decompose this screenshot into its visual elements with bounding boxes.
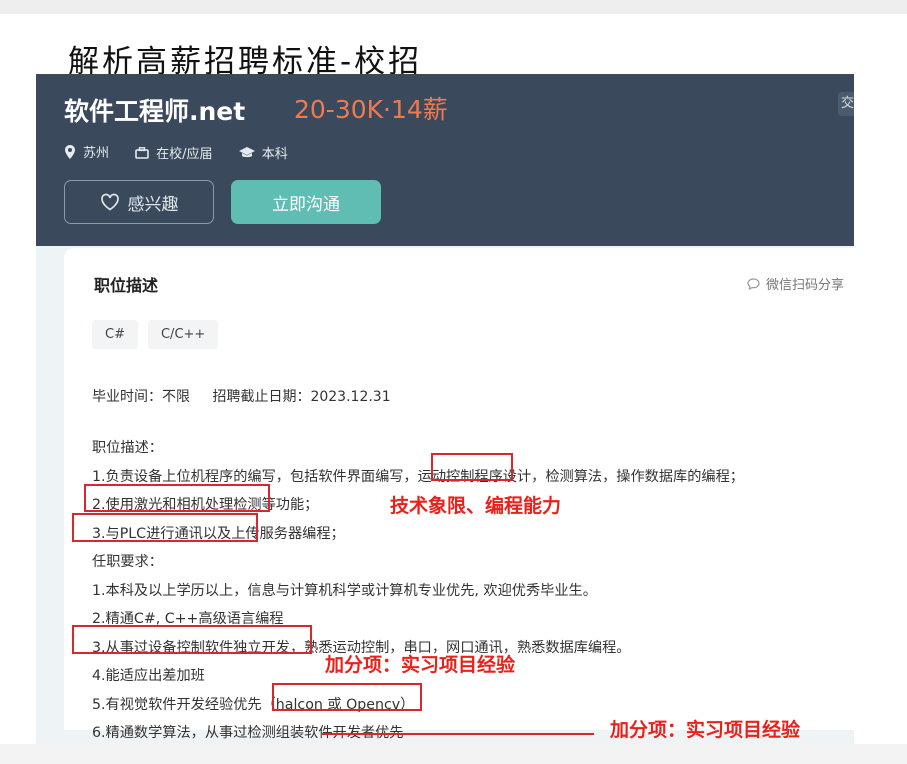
meta-degree: 本科	[238, 143, 288, 162]
skill-tags: C# C/C++	[92, 320, 228, 349]
stage-text: 在校/应届	[156, 147, 213, 162]
graduation-cap-icon	[238, 146, 255, 157]
job-meta-row: 苏州 在校/应届 本科	[64, 142, 310, 163]
chat-bubble-icon	[747, 277, 760, 290]
highlight-plc	[72, 513, 258, 542]
bonus-note: 加分项：实习项目经验	[325, 654, 516, 676]
job-header: 软件工程师.net 20-30K·14薪 交 苏州 在校/应届 本科 感兴趣 立…	[36, 74, 854, 246]
dates-row: 毕业时间：不限 招聘截止日期：2023.12.31	[92, 386, 409, 406]
meta-city: 苏州	[64, 142, 109, 161]
req-line: 1.本科及以上学历以上，信息与计算机科学或计算机专业优先, 欢迎优秀毕业生。	[92, 582, 597, 599]
requirements-heading: 任职要求：	[92, 554, 163, 570]
highlight-laser-camera	[84, 484, 270, 512]
card-title: 职位描述	[94, 276, 159, 295]
red-underline	[322, 733, 594, 735]
interest-label: 感兴趣	[127, 194, 179, 215]
graduation-time: 毕业时间：不限	[92, 389, 190, 405]
chat-now-button[interactable]: 立即沟通	[231, 180, 381, 224]
job-title: 软件工程师.net	[64, 97, 246, 126]
skill-tag: C#	[92, 320, 138, 349]
footer-bar	[0, 744, 907, 764]
heart-icon	[100, 193, 119, 211]
truncated-label: 交	[838, 92, 854, 116]
meta-stage: 在校/应届	[135, 143, 213, 162]
interest-button[interactable]: 感兴趣	[64, 180, 214, 224]
application-deadline: 招聘截止日期：2023.12.31	[212, 389, 391, 405]
location-pin-icon	[65, 144, 75, 159]
bonus-note: 加分项：实习项目经验	[610, 719, 801, 741]
job-salary: 20-30K·14薪	[294, 95, 448, 124]
briefcase-icon	[135, 146, 149, 159]
share-label: 微信扫码分享	[765, 278, 844, 293]
skill-tag: C/C++	[147, 320, 219, 349]
highlight-motion-control	[431, 453, 513, 481]
highlight-halcon-opencv	[272, 683, 422, 711]
desc-heading: 职位描述：	[92, 440, 163, 456]
degree-text: 本科	[261, 147, 288, 162]
city-text: 苏州	[83, 146, 110, 161]
tech-note: 技术象限、编程能力	[390, 495, 562, 517]
highlight-device-control	[72, 625, 312, 654]
wechat-share[interactable]: 微信扫码分享	[747, 274, 844, 293]
